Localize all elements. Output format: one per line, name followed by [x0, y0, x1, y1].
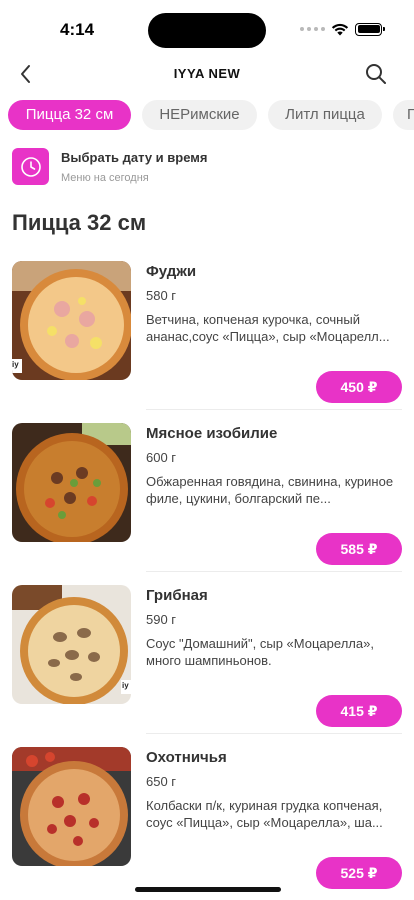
product-description: Ветчина, копченая курочка, сочный ананас…: [146, 312, 390, 344]
tab-little-pizza[interactable]: Литл пицца: [268, 100, 382, 130]
category-tabs: Пицца 32 см НЕРимские Литл пицца П: [0, 100, 414, 130]
product-image: iy: [12, 585, 131, 704]
product-weight: 650 г: [146, 774, 177, 789]
clock-icon: [12, 148, 49, 185]
divider: [146, 733, 402, 734]
product-description: Соус "Домашний", сыр «Моцарелла», много …: [146, 636, 374, 668]
nav-title: IYYA NEW: [173, 66, 241, 81]
signal-icon: [300, 27, 325, 31]
product-name: Фуджи: [146, 263, 197, 280]
schedule-title: Выбрать дату и время: [61, 150, 208, 165]
product-image: iy: [12, 261, 131, 380]
product-card[interactable]: iy Фуджи 580 г Ветчина, копченая курочка…: [0, 261, 414, 423]
product-weight: 590 г: [146, 612, 177, 627]
product-name: Мясное изобилие: [146, 425, 278, 442]
schedule-subtitle: Меню на сегодня: [61, 172, 149, 184]
tab-next[interactable]: П: [393, 100, 414, 130]
search-icon: [366, 64, 386, 84]
price-button[interactable]: 525 ₽: [316, 857, 402, 889]
section-title: Пицца 32 см: [12, 210, 147, 235]
product-card[interactable]: Охотничья 650 г Колбаски п/к, куриная гр…: [0, 747, 414, 900]
divider: [146, 409, 402, 410]
home-indicator[interactable]: [135, 887, 281, 892]
nav-bar: IYYA NEW: [0, 58, 414, 92]
price-button[interactable]: 450 ₽: [316, 371, 402, 403]
search-button[interactable]: [364, 62, 388, 86]
divider: [146, 571, 402, 572]
dynamic-island: [148, 13, 266, 48]
product-description: Колбаски п/к, куриная грудка копченая, с…: [146, 798, 383, 830]
product-badge: iy: [12, 360, 19, 369]
product-description: Обжаренная говядина, свинина, куриное фи…: [146, 474, 394, 506]
schedule-selector[interactable]: Выбрать дату и время Меню на сегодня: [12, 147, 402, 189]
tab-pizza-32[interactable]: Пицца 32 см: [8, 100, 131, 130]
product-weight: 600 г: [146, 450, 177, 465]
battery-icon: [355, 22, 385, 36]
status-icons: [300, 22, 385, 36]
tab-nerimskie[interactable]: НЕРимские: [142, 100, 257, 130]
price-button[interactable]: 415 ₽: [316, 695, 402, 727]
product-weight: 580 г: [146, 288, 177, 303]
product-name: Грибная: [146, 587, 208, 604]
status-time: 4:14: [60, 20, 95, 39]
wifi-icon: [331, 23, 349, 35]
status-bar: 4:14: [0, 0, 414, 58]
product-card[interactable]: iy Грибная 590 г Соус "Домашний", сыр «М…: [0, 585, 414, 747]
product-image: [12, 423, 131, 542]
price-button[interactable]: 585 ₽: [316, 533, 402, 565]
product-badge: iy: [122, 681, 129, 690]
product-card[interactable]: Мясное изобилие 600 г Обжаренная говядин…: [0, 423, 414, 585]
product-name: Охотничья: [146, 749, 227, 766]
product-image: [12, 747, 131, 866]
